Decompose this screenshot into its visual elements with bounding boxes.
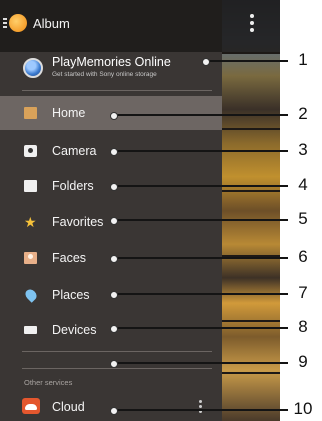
drawer-item-label: Devices <box>52 323 97 337</box>
drawer-item-cloud[interactable]: Cloud <box>52 400 85 414</box>
callout-line <box>110 112 288 120</box>
app-title: Album <box>33 16 70 31</box>
callout-line <box>202 58 288 66</box>
callout-line <box>110 217 288 225</box>
callout-line <box>110 325 288 333</box>
playmemories-icon <box>23 58 43 78</box>
drawer-item-label: Faces <box>52 251 87 265</box>
album-logo-icon <box>9 14 27 32</box>
cloud-icon[interactable] <box>22 398 40 414</box>
account-title: PlayMemories Online <box>52 55 171 69</box>
callout-number: 9 <box>298 352 308 371</box>
callout-line <box>110 148 288 156</box>
callout-number: 5 <box>298 209 308 228</box>
photo-thumbnail[interactable] <box>218 255 280 315</box>
drawer-item-label: Favorites <box>52 215 104 229</box>
playmemories-account[interactable]: PlayMemories Online Get started with Son… <box>0 52 222 90</box>
callout-number: 1 <box>298 50 308 69</box>
callout-line <box>110 360 288 368</box>
folder-icon <box>24 180 37 192</box>
photo-grid-background <box>218 0 280 421</box>
callout-number: 8 <box>298 317 308 336</box>
photo-thumbnail[interactable] <box>218 128 280 188</box>
menu-icon[interactable] <box>3 18 7 28</box>
section-heading-other-services: Other services <box>24 378 73 387</box>
photo-thumbnail[interactable] <box>218 52 280 92</box>
callout-line <box>110 255 288 263</box>
drawer-item-label: Camera <box>52 144 97 158</box>
camera-icon <box>24 145 37 157</box>
overflow-menu-icon[interactable] <box>249 14 255 34</box>
more-options-icon[interactable] <box>199 400 203 415</box>
callout-number: 2 <box>298 104 308 123</box>
callout-line <box>110 291 288 299</box>
drawer-item-label: Places <box>52 288 90 302</box>
divider <box>22 368 212 369</box>
callout-number: 7 <box>298 283 308 302</box>
callout-number: 4 <box>298 175 308 194</box>
drawer-item-label: Home <box>52 106 86 120</box>
drawer-item-label: Folders <box>52 179 94 193</box>
callout-number: 10 <box>293 399 313 418</box>
divider <box>22 90 212 91</box>
callout-number: 3 <box>298 140 308 159</box>
photo-thumbnail[interactable] <box>218 372 280 421</box>
callout-line <box>110 407 288 415</box>
star-icon: ★ <box>24 214 37 230</box>
faces-icon <box>24 252 37 264</box>
callout-line <box>110 183 288 191</box>
devices-icon <box>24 326 37 334</box>
home-icon <box>24 107 37 119</box>
location-pin-icon <box>23 287 39 303</box>
callout-number: 6 <box>298 247 308 266</box>
divider <box>22 351 212 352</box>
phone-screen: PlayMemories Online Get started with Son… <box>0 0 280 421</box>
navigation-drawer: PlayMemories Online Get started with Son… <box>0 0 222 421</box>
app-bar: Album <box>0 0 280 52</box>
account-subtitle: Get started with Sony online storage <box>52 71 157 78</box>
